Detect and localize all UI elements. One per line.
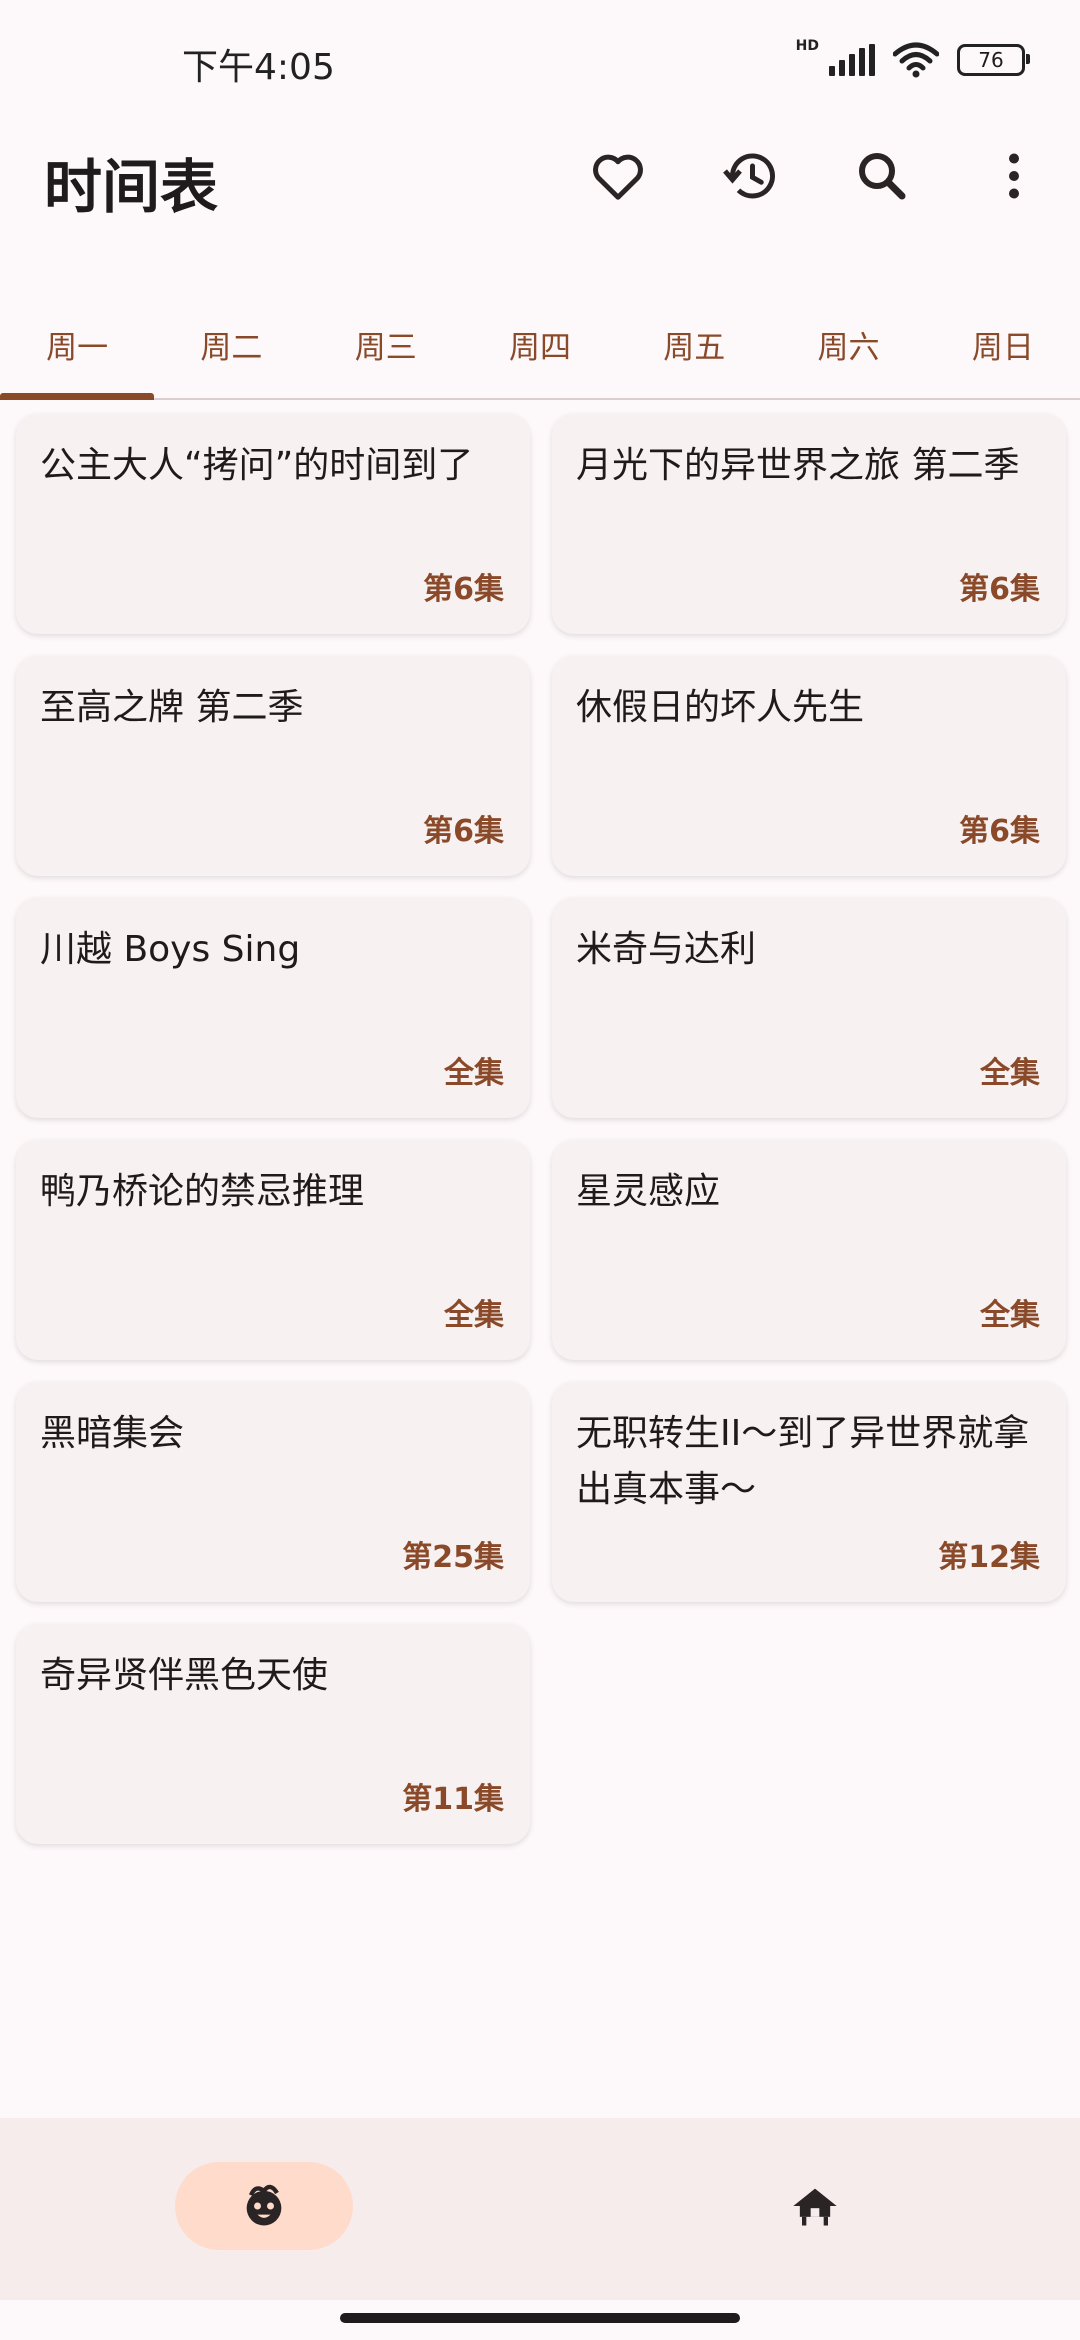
anime-card[interactable]: 至高之牌 第二季 第6集	[16, 656, 530, 876]
tab-wednesday[interactable]: 周三	[309, 290, 463, 398]
nav-home-button[interactable]	[726, 2162, 904, 2250]
anime-card[interactable]: 川越 Boys Sing 全集	[16, 898, 530, 1118]
anime-title: 川越 Boys Sing	[40, 929, 301, 970]
home-indicator[interactable]	[340, 2313, 740, 2323]
history-icon	[723, 153, 775, 199]
heart-icon	[593, 154, 643, 200]
episode-label: 全集	[980, 1056, 1040, 1091]
anime-title: 奇异贤伴黑色天使	[40, 1655, 329, 1696]
episode-label: 第6集	[423, 814, 504, 849]
signal-icon	[829, 44, 875, 76]
episode-label: 第6集	[959, 814, 1040, 849]
favorites-button[interactable]	[552, 138, 684, 214]
search-button[interactable]	[816, 138, 948, 214]
anime-card[interactable]: 公主大人“拷问”的时间到了 第6集	[16, 414, 530, 634]
episode-label: 全集	[444, 1298, 504, 1333]
anime-title: 至高之牌 第二季	[40, 687, 304, 728]
anime-card[interactable]: 黑暗集会 第25集	[16, 1382, 530, 1602]
episode-label: 第11集	[402, 1782, 504, 1817]
tab-friday[interactable]: 周五	[617, 290, 771, 398]
episode-label: 全集	[980, 1298, 1040, 1333]
tab-sunday[interactable]: 周日	[926, 290, 1080, 398]
status-icons: HD 76	[788, 38, 1030, 78]
status-time: 下午4:05	[182, 47, 335, 88]
more-options-button[interactable]	[948, 138, 1080, 214]
anime-title: 休假日的坏人先生	[576, 687, 865, 728]
anime-title: 米奇与达利	[576, 929, 757, 970]
tab-monday[interactable]: 周一	[0, 290, 155, 400]
anime-title: 星灵感应	[576, 1171, 721, 1212]
anime-title: 黑暗集会	[40, 1413, 185, 1454]
hd-indicator: HD	[795, 38, 819, 54]
app-bar: 时间表	[0, 120, 1080, 230]
anime-card[interactable]: 月光下的异世界之旅 第二季 第6集	[552, 414, 1066, 634]
anime-title: 公主大人“拷问”的时间到了	[40, 445, 474, 486]
episode-label: 第6集	[959, 572, 1040, 607]
anime-card[interactable]: 鸭乃桥论的禁忌推理 全集	[16, 1140, 530, 1360]
weekday-tabs: 周一 周二 周三 周四 周五 周六 周日	[0, 290, 1080, 400]
status-bar: 下午4:05 HD 76	[0, 0, 1080, 120]
anime-card[interactable]: 星灵感应 全集	[552, 1140, 1066, 1360]
tab-thursday[interactable]: 周四	[463, 290, 617, 398]
anime-title: 月光下的异世界之旅 第二季	[576, 445, 1020, 486]
wifi-icon	[893, 42, 939, 78]
tab-tuesday[interactable]: 周二	[154, 290, 308, 398]
anime-card[interactable]: 米奇与达利 全集	[552, 898, 1066, 1118]
search-icon	[859, 153, 906, 200]
anime-title: 鸭乃桥论的禁忌推理	[40, 1171, 365, 1212]
app-bar-actions	[552, 138, 1080, 214]
history-button[interactable]	[684, 138, 816, 214]
anime-card[interactable]: 无职转生II～到了异世界就拿出真本事～ 第12集	[552, 1382, 1066, 1602]
more-vert-icon	[1009, 153, 1019, 199]
nav-schedule-button[interactable]	[175, 2162, 353, 2250]
anime-card[interactable]: 休假日的坏人先生 第6集	[552, 656, 1066, 876]
page-title: 时间表	[44, 153, 219, 221]
schedule-grid: 公主大人“拷问”的时间到了 第6集 月光下的异世界之旅 第二季 第6集 至高之牌…	[16, 414, 1066, 1844]
episode-label: 全集	[444, 1056, 504, 1091]
bottom-navigation	[0, 2118, 1080, 2300]
battery-level: 76	[978, 48, 1004, 72]
home-icon	[793, 2188, 837, 2226]
anime-title: 无职转生II～到了异世界就拿出真本事～	[576, 1413, 1030, 1510]
episode-label: 第12集	[938, 1540, 1040, 1575]
tab-saturday[interactable]: 周六	[771, 290, 925, 398]
battery-icon: 76	[957, 44, 1030, 76]
episode-label: 第6集	[423, 572, 504, 607]
episode-label: 第25集	[402, 1540, 504, 1575]
anime-face-icon	[246, 2184, 282, 2226]
anime-card[interactable]: 奇异贤伴黑色天使 第11集	[16, 1624, 530, 1844]
